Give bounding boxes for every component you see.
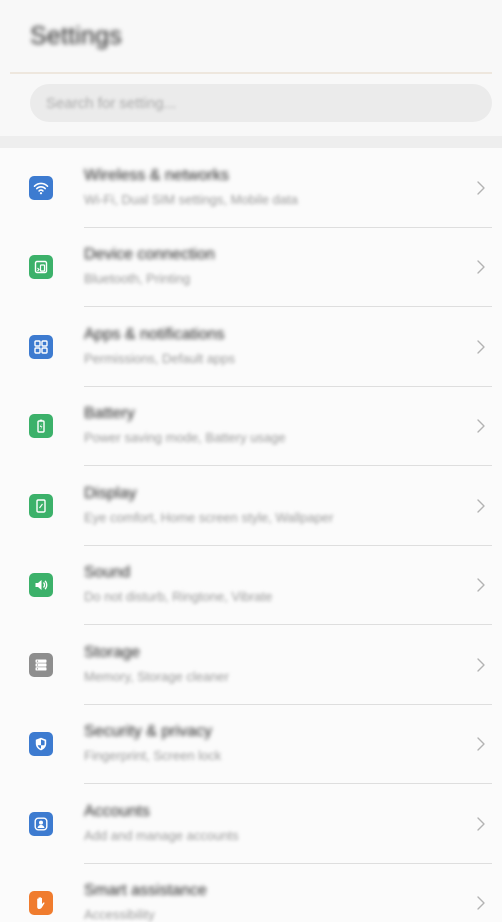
settings-item-wireless[interactable]: Wireless & networks Wi-Fi, Dual SIM setti… bbox=[0, 148, 502, 228]
settings-item-subtitle: Permissions, Default apps bbox=[84, 350, 236, 366]
settings-item-text: Battery Power saving mode, Battery usage bbox=[84, 405, 442, 445]
settings-item-smart-assistance[interactable]: Smart assistance Accessibility bbox=[0, 864, 502, 922]
settings-item-title: Display bbox=[84, 484, 137, 502]
search-area: Search for setting... bbox=[0, 74, 502, 122]
settings-item-title: Smart assistance bbox=[84, 882, 207, 900]
storage-icon bbox=[29, 652, 53, 677]
chevron-right-icon bbox=[476, 577, 486, 593]
settings-item-display[interactable]: Display Eye comfort, Home screen style, W… bbox=[0, 466, 502, 546]
settings-item-title: Accounts bbox=[84, 802, 150, 820]
settings-item-subtitle: Add and manage accounts bbox=[84, 827, 239, 843]
settings-item-sound[interactable]: Sound Do not disturb, Ringtone, Vibrate bbox=[0, 546, 502, 625]
wifi-icon bbox=[29, 175, 53, 200]
settings-item-text: Storage Memory, Storage cleaner bbox=[84, 644, 442, 684]
settings-item-text: Wireless & networks Wi-Fi, Dual SIM setti… bbox=[84, 167, 442, 207]
settings-item-title: Device connection bbox=[84, 246, 215, 264]
settings-item-storage[interactable]: Storage Memory, Storage cleaner bbox=[0, 625, 502, 705]
settings-item-battery[interactable]: Battery Power saving mode, Battery usage bbox=[0, 387, 502, 466]
settings-item-apps[interactable]: Apps & notifications Permissions, Default… bbox=[0, 307, 502, 387]
chevron-right-icon bbox=[476, 657, 486, 673]
settings-item-subtitle: Do not disturb, Ringtone, Vibrate bbox=[84, 589, 273, 605]
hand-icon bbox=[29, 891, 53, 916]
page-title: Settings bbox=[30, 22, 122, 50]
account-icon bbox=[29, 811, 53, 836]
chevron-right-icon bbox=[476, 418, 486, 434]
chevron-right-icon bbox=[476, 736, 486, 752]
settings-item-text: Apps & notifications Permissions, Default… bbox=[84, 326, 442, 366]
settings-item-text: Device connection Bluetooth, Printing bbox=[84, 246, 442, 286]
settings-list: Wireless & networks Wi-Fi, Dual SIM setti… bbox=[0, 148, 502, 922]
settings-item-text: Sound Do not disturb, Ringtone, Vibrate bbox=[84, 564, 442, 604]
settings-item-subtitle: Accessibility bbox=[84, 907, 155, 922]
chevron-right-icon bbox=[476, 498, 486, 514]
display-icon bbox=[29, 493, 53, 518]
shield-icon bbox=[29, 732, 53, 757]
settings-item-title: Apps & notifications bbox=[84, 325, 225, 343]
settings-item-subtitle: Bluetooth, Printing bbox=[84, 271, 191, 287]
search-input[interactable]: Search for setting... bbox=[30, 84, 492, 122]
chevron-right-icon bbox=[476, 180, 486, 196]
settings-item-title: Security & privacy bbox=[84, 723, 213, 741]
settings-item-title: Storage bbox=[84, 643, 141, 661]
search-placeholder: Search for setting... bbox=[46, 94, 177, 112]
chevron-right-icon bbox=[476, 259, 486, 275]
settings-item-title: Wireless & networks bbox=[84, 166, 229, 184]
settings-item-subtitle: Fingerprint, Screen lock bbox=[84, 748, 222, 764]
device-connection-icon bbox=[29, 255, 53, 280]
chevron-right-icon bbox=[476, 895, 486, 911]
settings-item-subtitle: Power saving mode, Battery usage bbox=[84, 430, 286, 446]
settings-item-text: Security & privacy Fingerprint, Screen lo… bbox=[84, 723, 442, 763]
settings-item-accounts[interactable]: Accounts Add and manage accounts bbox=[0, 784, 502, 864]
settings-item-text: Display Eye comfort, Home screen style, W… bbox=[84, 485, 442, 525]
section-separator bbox=[0, 136, 502, 148]
settings-item-security[interactable]: Security & privacy Fingerprint, Screen lo… bbox=[0, 705, 502, 784]
apps-grid-icon bbox=[29, 334, 53, 359]
settings-item-title: Battery bbox=[84, 405, 135, 423]
battery-icon bbox=[29, 414, 53, 439]
settings-item-title: Sound bbox=[84, 564, 131, 582]
header: Settings bbox=[0, 0, 502, 74]
header-divider bbox=[10, 72, 492, 74]
settings-item-subtitle: Wi-Fi, Dual SIM settings, Mobile data bbox=[84, 191, 298, 207]
settings-screen: Settings Search for setting... Wireless … bbox=[0, 0, 502, 922]
settings-item-text: Smart assistance Accessibility bbox=[84, 882, 442, 922]
settings-item-subtitle: Eye comfort, Home screen style, Wallpape… bbox=[84, 509, 334, 525]
speaker-icon bbox=[29, 573, 53, 598]
chevron-right-icon bbox=[476, 816, 486, 832]
chevron-right-icon bbox=[476, 339, 486, 355]
settings-item-text: Accounts Add and manage accounts bbox=[84, 803, 442, 843]
settings-item-subtitle: Memory, Storage cleaner bbox=[84, 668, 229, 684]
settings-item-device-connection[interactable]: Device connection Bluetooth, Printing bbox=[0, 228, 502, 307]
